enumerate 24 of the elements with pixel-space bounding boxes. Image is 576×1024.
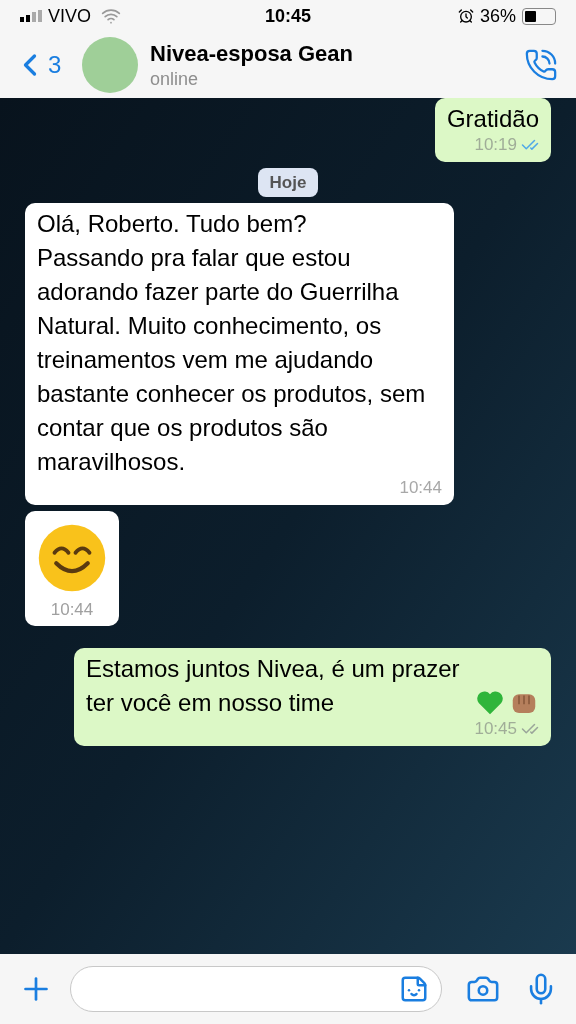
contact-name[interactable]: Nivea-esposa Gean: [150, 40, 524, 68]
status-time: 10:45: [264, 4, 311, 28]
back-button[interactable]: 3: [12, 47, 82, 83]
smiling-face-icon: [37, 522, 107, 593]
message-time: 10:45: [474, 718, 517, 740]
presence-status: online: [150, 68, 200, 90]
avatar-photo: [82, 37, 138, 93]
sticker-icon[interactable]: [399, 974, 429, 1004]
message-time: 10:44: [50, 598, 94, 621]
carrier-name: VIVO: [48, 4, 91, 28]
message-text: Gratidão: [446, 104, 539, 134]
date-label: Hoje: [257, 167, 319, 197]
battery-icon: [522, 7, 556, 25]
signal-icon: [20, 10, 42, 22]
phone-plus-icon: [524, 48, 558, 82]
wifi-icon: [101, 6, 121, 26]
message-input[interactable]: [70, 966, 442, 1012]
message-time: 10:44: [399, 477, 442, 499]
message-text: Olá, Roberto. Tudo bem? Passando pra falar que estou adorando fazer parte do Guerrilha Natural. Muito conhecimento, os treinamentos vem me ajudando bastante conhecer os produtos, sem contar que os produtos são maravilhosos.: [37, 209, 427, 477]
alarm-icon: [457, 8, 474, 24]
battery-percent: 36%: [479, 4, 516, 28]
add-call-button[interactable]: [524, 48, 558, 82]
message-time: 10:19: [474, 134, 517, 156]
message-text: Estamos juntos Nivea, é um prazer ter você em nosso time: [86, 654, 461, 718]
